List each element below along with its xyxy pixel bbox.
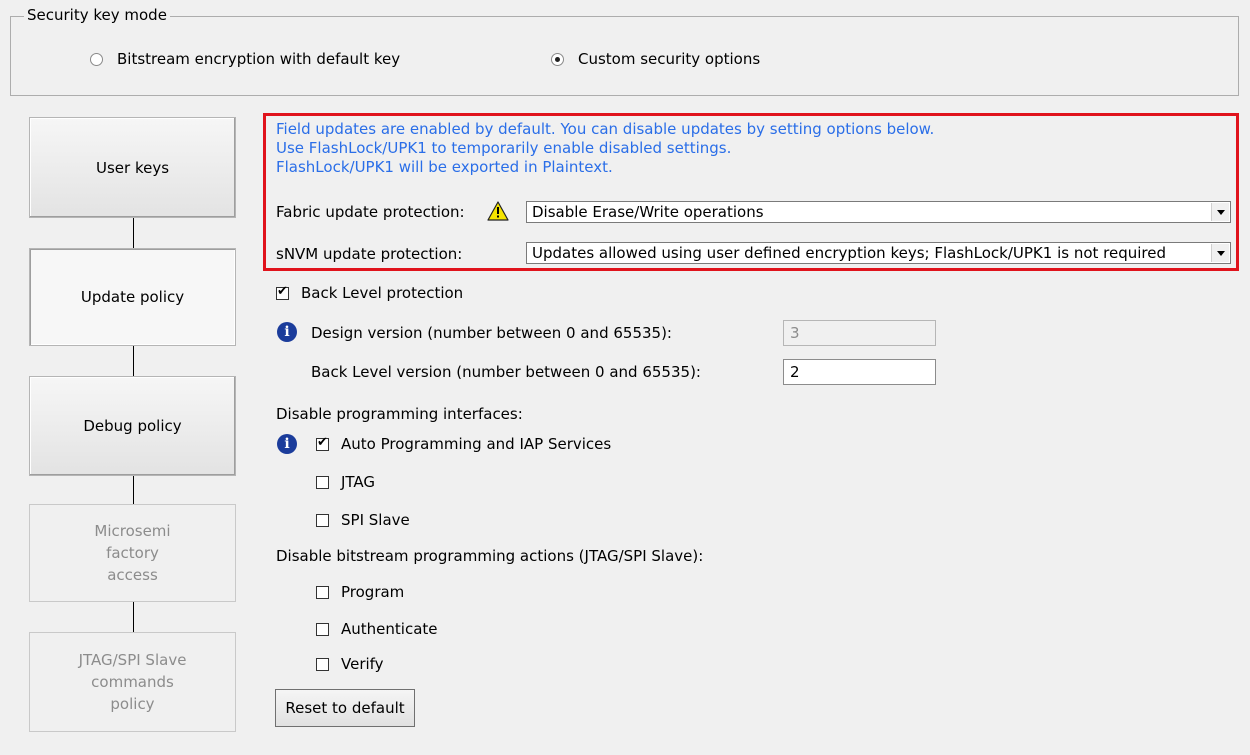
step-connector	[133, 218, 134, 248]
design-version-input[interactable]: 3	[783, 320, 936, 346]
snvm-update-protection-select[interactable]: Updates allowed using user defined encry…	[526, 242, 1231, 264]
step-debug-policy-label: Debug policy	[83, 417, 182, 435]
spi-slave-label: SPI Slave	[341, 511, 410, 529]
radio-custom-options-circle[interactable]	[551, 52, 564, 66]
jtag-checkbox[interactable]	[316, 475, 329, 489]
radio-default-key-label: Bitstream encryption with default key	[117, 50, 401, 68]
info-line: Field updates are enabled by default. Yo…	[276, 120, 935, 138]
program-label: Program	[341, 583, 405, 601]
warning-icon	[487, 201, 509, 221]
verify-label: Verify	[341, 655, 384, 673]
snvm-update-protection-value: Updates allowed using user defined encry…	[532, 244, 1167, 262]
actions-heading: Disable bitstream programming actions (J…	[276, 547, 704, 565]
design-version-label: Design version (number between 0 and 655…	[311, 324, 672, 342]
radio-custom-options[interactable]: Custom security options	[551, 50, 760, 68]
step-user-keys-label: User keys	[95, 158, 170, 177]
radio-custom-options-label: Custom security options	[578, 50, 761, 68]
interfaces-heading: Disable programming interfaces:	[276, 405, 523, 423]
back-level-version-input[interactable]: 2	[783, 359, 936, 385]
authenticate-checkbox[interactable]	[316, 622, 329, 636]
back-level-protection-label: Back Level protection	[301, 284, 464, 302]
auto-programming-label: Auto Programming and IAP Services	[341, 435, 612, 453]
authenticate-row[interactable]: Authenticate	[316, 619, 438, 639]
info-text: Field updates are enabled by default. Yo…	[276, 120, 934, 177]
radio-default-key-circle[interactable]	[90, 52, 103, 66]
fabric-update-protection-select[interactable]: Disable Erase/Write operations	[526, 201, 1231, 223]
authenticate-label: Authenticate	[341, 620, 438, 638]
info-line: Use FlashLock/UPK1 to temporarily enable…	[276, 139, 732, 157]
step-connector	[133, 346, 134, 376]
info-icon[interactable]: i	[277, 434, 297, 454]
security-key-mode-title: Security key mode	[24, 6, 170, 24]
reset-to-default-button[interactable]: Reset to default	[275, 689, 415, 727]
step-update-policy[interactable]: Update policy	[29, 248, 236, 346]
step-jtag-spi-commands-policy[interactable]: JTAG/SPI Slave commands policy	[29, 632, 236, 732]
step-microsemi-factory-access-label: Microsemi factory access	[94, 522, 171, 584]
verify-row[interactable]: Verify	[316, 654, 384, 674]
snvm-update-protection-label: sNVM update protection:	[276, 245, 463, 263]
jtag-label: JTAG	[341, 473, 376, 491]
verify-checkbox[interactable]	[316, 657, 329, 671]
back-level-protection-row[interactable]: Back Level protection	[276, 283, 463, 303]
back-level-version-label: Back Level version (number between 0 and…	[311, 363, 701, 381]
info-icon[interactable]: i	[277, 322, 297, 342]
auto-programming-row[interactable]: Auto Programming and IAP Services	[316, 434, 611, 454]
radio-default-key[interactable]: Bitstream encryption with default key	[90, 50, 400, 68]
dropdown-arrow-icon[interactable]	[1211, 244, 1229, 262]
fabric-update-protection-label: Fabric update protection:	[276, 203, 465, 221]
dropdown-arrow-icon[interactable]	[1211, 203, 1229, 221]
fabric-update-protection-value: Disable Erase/Write operations	[532, 203, 764, 221]
program-row[interactable]: Program	[316, 582, 404, 602]
auto-programming-checkbox[interactable]	[316, 435, 329, 451]
jtag-row[interactable]: JTAG	[316, 472, 375, 492]
step-debug-policy[interactable]: Debug policy	[29, 376, 236, 476]
step-connector	[133, 476, 134, 504]
program-checkbox[interactable]	[316, 585, 329, 599]
step-user-keys[interactable]: User keys	[29, 117, 236, 218]
step-microsemi-factory-access[interactable]: Microsemi factory access	[29, 504, 236, 602]
info-line: FlashLock/UPK1 will be exported in Plain…	[276, 158, 613, 176]
step-connector	[133, 602, 134, 632]
step-jtag-spi-commands-policy-label: JTAG/SPI Slave commands policy	[78, 651, 187, 713]
spi-slave-checkbox[interactable]	[316, 513, 329, 527]
back-level-protection-checkbox[interactable]	[276, 284, 289, 300]
step-update-policy-label: Update policy	[80, 288, 185, 306]
spi-slave-row[interactable]: SPI Slave	[316, 510, 410, 530]
